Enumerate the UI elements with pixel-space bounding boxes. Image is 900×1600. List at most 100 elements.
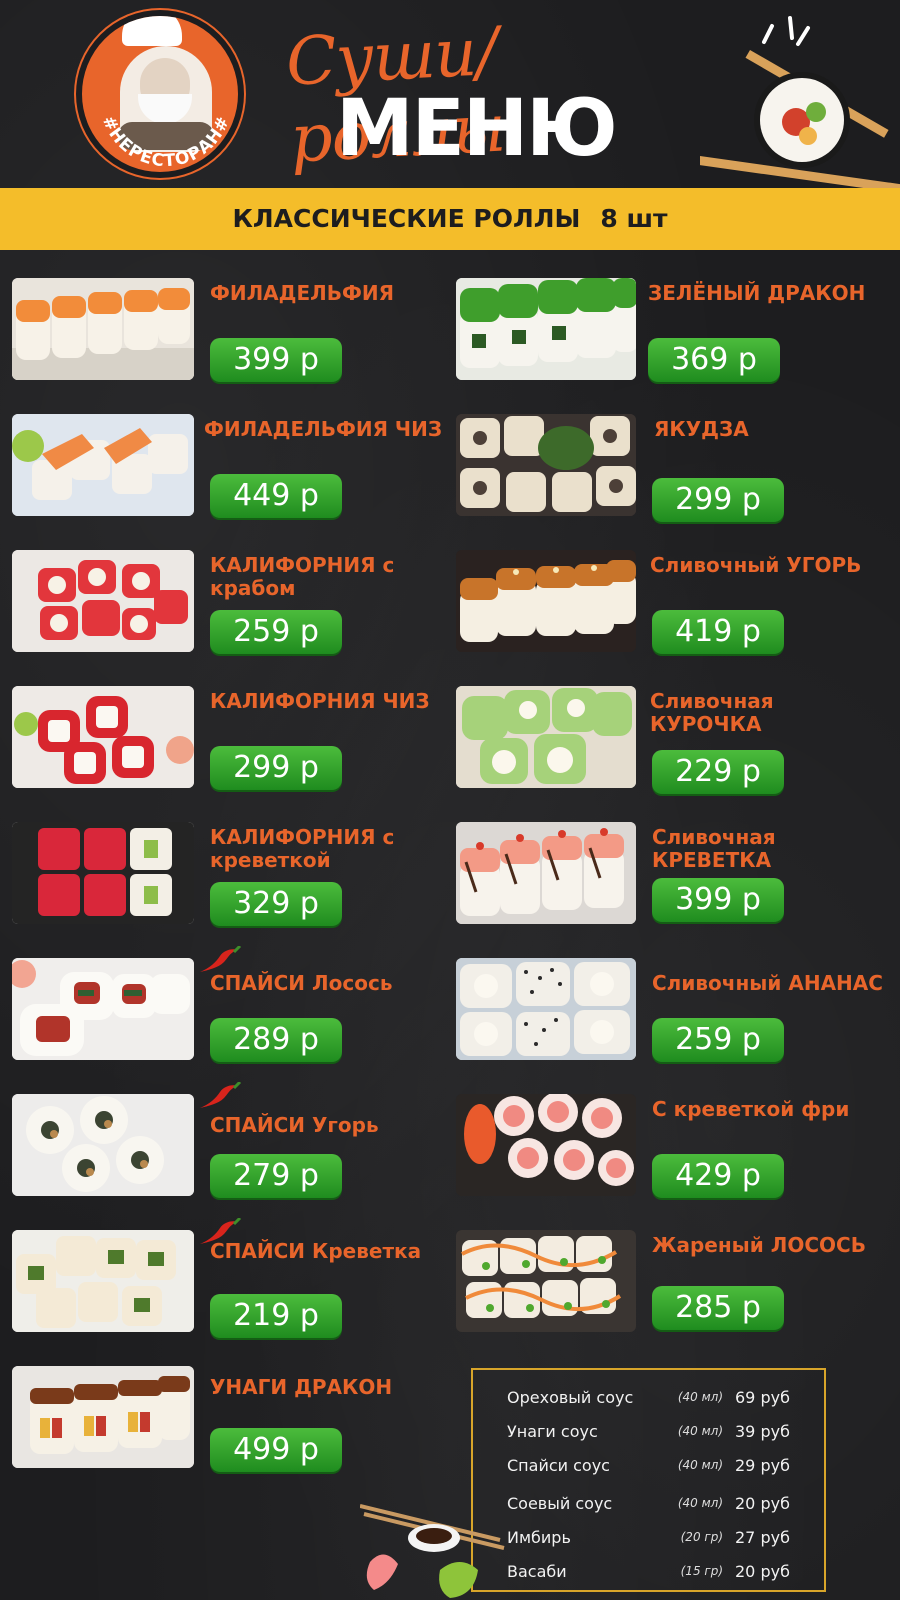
price-button[interactable]: 285 р <box>652 1286 784 1330</box>
price-button[interactable]: 419 р <box>652 610 784 654</box>
menu-title: МЕНЮ <box>336 84 618 174</box>
unagi-dragon-roll-image <box>12 1366 194 1468</box>
price-button[interactable]: 259 р <box>210 610 342 654</box>
item-name: Сливочный АНАНАС <box>652 971 883 995</box>
item-name: КАЛИФОРНИЯ с креветкой <box>210 825 395 872</box>
sauce-name: Соевый соус <box>507 1494 613 1513</box>
logo-lettering: #НЕРЕСТОРАН# <box>98 113 235 171</box>
sauce-price: 20 руб <box>735 1494 790 1513</box>
menu-item-creamy-pineapple[interactable]: Сливочный АНАНАС 259 р <box>456 958 896 1064</box>
menu-item-creamy-shrimp[interactable]: Сливочная КРЕВЕТКА 399 р <box>456 822 896 928</box>
item-name: ФИЛАДЕЛЬФИЯ <box>210 281 394 305</box>
svg-text:#НЕРЕСТОРАН#: #НЕРЕСТОРАН# <box>98 113 235 171</box>
menu-item-unagi-dragon[interactable]: УНАГИ ДРАКОН 499 р <box>12 1366 452 1472</box>
sauce-row: Спайси соус (40 мл) 29 руб <box>473 1452 828 1482</box>
creamy-shrimp-roll-image <box>456 822 636 924</box>
price-button[interactable]: 399 р <box>652 878 784 922</box>
price-button[interactable]: 229 р <box>652 750 784 794</box>
brand-logo: #НЕРЕСТОРАН# <box>76 10 244 178</box>
sauce-name: Васаби <box>507 1562 567 1581</box>
item-name: Жареный ЛОСОСЬ <box>652 1233 866 1257</box>
menu-item-yakuza[interactable]: ЯКУДЗА 299 р <box>456 414 896 522</box>
sauce-volume: (15 гр) <box>680 1564 723 1578</box>
chili-pepper-icon <box>200 946 242 972</box>
sauce-name: Имбирь <box>507 1528 571 1547</box>
price-button[interactable]: 279 р <box>210 1154 342 1198</box>
fried-salmon-roll-image <box>456 1230 636 1332</box>
sushi-chopsticks-illustration <box>700 16 900 195</box>
menu-item-california-crab[interactable]: КАЛИФОРНИЯ с крабом 259 р <box>12 550 452 656</box>
sauce-price: 29 руб <box>735 1456 790 1475</box>
sauces-price-list: Ореховый соус (40 мл) 69 руб Унаги соус … <box>471 1368 826 1592</box>
menu-item-philadelphia-cheese[interactable]: ФИЛАДЕЛЬФИЯ ЧИЗ 449 р <box>12 414 452 520</box>
menu-item-philadelphia[interactable]: ФИЛАДЕЛЬФИЯ 399 р <box>12 278 452 384</box>
price-button[interactable]: 299 р <box>652 478 784 522</box>
item-name: ЯКУДЗА <box>654 417 749 441</box>
section-quantity: 8 шт <box>600 204 668 233</box>
creamy-chicken-roll-image <box>456 686 636 788</box>
sauce-name: Спайси соус <box>507 1456 610 1475</box>
sauce-price: 27 руб <box>735 1528 790 1547</box>
sauce-price: 39 руб <box>735 1422 790 1441</box>
price-button[interactable]: 429 р <box>652 1154 784 1198</box>
price-button[interactable]: 499 р <box>210 1428 342 1472</box>
menu-item-spicy-shrimp[interactable]: СПАЙСИ Креветка 219 р <box>12 1218 452 1338</box>
price-button[interactable]: 219 р <box>210 1294 342 1338</box>
price-button[interactable]: 289 р <box>210 1018 342 1062</box>
sauce-price: 20 руб <box>735 1562 790 1581</box>
item-name: С креветкой фри <box>652 1097 850 1121</box>
sauce-volume: (20 гр) <box>680 1530 723 1544</box>
spicy-salmon-roll-image <box>12 958 194 1060</box>
spicy-eel-roll-image <box>12 1094 194 1196</box>
creamy-eel-roll-image <box>456 550 636 652</box>
sauce-row: Ореховый соус (40 мл) 69 руб <box>473 1384 828 1414</box>
menu-item-fried-shrimp[interactable]: С креветкой фри 429 р <box>456 1094 896 1200</box>
item-name: ФИЛАДЕЛЬФИЯ ЧИЗ <box>204 417 443 441</box>
item-name: СПАЙСИ Лосось <box>210 971 393 995</box>
chili-pepper-icon <box>200 1082 242 1108</box>
spicy-shrimp-roll-image <box>12 1230 194 1332</box>
item-name: ЗЕЛЁНЫЙ ДРАКОН <box>648 281 866 305</box>
yakuza-roll-image <box>456 414 636 516</box>
sauce-volume: (40 мл) <box>677 1458 723 1472</box>
price-button[interactable]: 329 р <box>210 882 342 926</box>
menu-item-creamy-eel[interactable]: Сливочный УГОРЬ 419 р <box>456 550 896 656</box>
sauce-row: Имбирь (20 гр) 27 руб <box>473 1524 828 1554</box>
sauce-volume: (40 мл) <box>677 1390 723 1404</box>
sauce-row: Васаби (15 гр) 20 руб <box>473 1558 828 1588</box>
price-button[interactable]: 449 р <box>210 474 342 518</box>
soy-sauce-bowl-illustration <box>360 1504 505 1598</box>
item-name: УНАГИ ДРАКОН <box>210 1375 393 1399</box>
menu-item-california-shrimp[interactable]: КАЛИФОРНИЯ с креветкой 329 р <box>12 822 452 928</box>
price-button[interactable]: 369 р <box>648 338 780 382</box>
item-name: СПАЙСИ Угорь <box>210 1113 379 1137</box>
item-name: Сливочная КРЕВЕТКА <box>652 825 776 872</box>
menu-item-fried-salmon[interactable]: Жареный ЛОСОСЬ 285 р <box>456 1230 896 1336</box>
california-cheese-roll-image <box>12 686 194 788</box>
sauce-name: Унаги соус <box>507 1422 598 1441</box>
item-name: КАЛИФОРНИЯ ЧИЗ <box>210 689 430 713</box>
menu-item-green-dragon[interactable]: ЗЕЛЁНЫЙ ДРАКОН 369 р <box>456 278 896 384</box>
green-dragon-roll-image <box>456 278 636 380</box>
california-crab-roll-image <box>12 550 194 652</box>
price-button[interactable]: 299 р <box>210 746 342 790</box>
menu-item-spicy-salmon[interactable]: СПАЙСИ Лосось 289 р <box>12 946 452 1064</box>
sauce-row: Соевый соус (40 мл) 20 руб <box>473 1490 828 1520</box>
item-name: КАЛИФОРНИЯ с крабом <box>210 553 395 600</box>
sauce-volume: (40 мл) <box>677 1496 723 1510</box>
section-title: КЛАССИЧЕСКИЕ РОЛЛЫ <box>232 204 581 233</box>
price-button[interactable]: 259 р <box>652 1018 784 1062</box>
sauce-row: Унаги соус (40 мл) 39 руб <box>473 1418 828 1448</box>
sauce-price: 69 руб <box>735 1388 790 1407</box>
sauce-name: Ореховый соус <box>507 1388 634 1407</box>
section-banner: КЛАССИЧЕСКИЕ РОЛЛЫ 8 шт <box>0 188 900 250</box>
philadelphia-roll-image <box>12 278 194 380</box>
menu-item-california-cheese[interactable]: КАЛИФОРНИЯ ЧИЗ 299 р <box>12 686 452 792</box>
menu-item-creamy-chicken[interactable]: Сливочная КУРОЧКА 229 р <box>456 686 896 794</box>
price-button[interactable]: 399 р <box>210 338 342 382</box>
item-name: Сливочный УГОРЬ <box>650 553 862 577</box>
creamy-pineapple-roll-image <box>456 958 636 1060</box>
item-name: СПАЙСИ Креветка <box>210 1239 422 1263</box>
menu-item-spicy-eel[interactable]: СПАЙСИ Угорь 279 р <box>12 1082 452 1200</box>
philadelphia-cheese-roll-image <box>12 414 194 516</box>
